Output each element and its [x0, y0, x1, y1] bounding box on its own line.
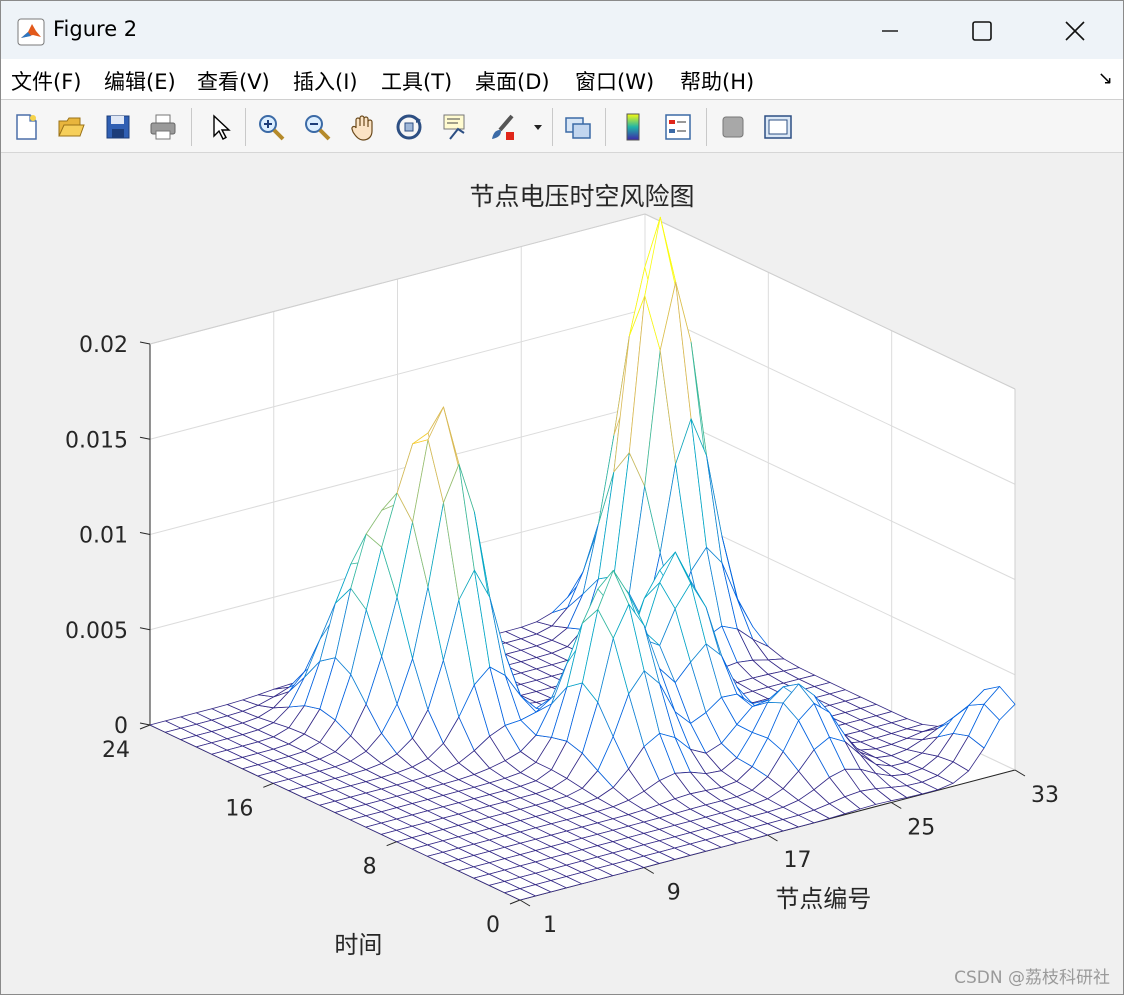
show-plot-tools-button[interactable] — [761, 110, 795, 144]
menu-window[interactable]: 窗口(W) — [575, 66, 654, 96]
y-tick — [139, 724, 151, 730]
z-tick — [139, 722, 151, 726]
z-tick-label: 0.005 — [65, 619, 128, 644]
y-tick-label: 0 — [486, 913, 500, 938]
x-tick-label: 17 — [784, 848, 812, 873]
y-tick — [509, 899, 521, 905]
open-file-icon — [58, 117, 85, 137]
minimize-icon — [882, 30, 898, 32]
y-tick — [386, 841, 397, 847]
data-cursor-icon — [443, 114, 465, 140]
z-tick — [139, 341, 151, 345]
chevron-down-icon — [534, 125, 542, 130]
colorbar-icon — [626, 113, 640, 141]
data-cursor-button[interactable] — [438, 110, 472, 144]
z-tick — [139, 532, 151, 535]
open-file-button[interactable] — [54, 110, 88, 144]
menu-edit[interactable]: 编辑(E) — [104, 66, 176, 96]
y-tick — [263, 782, 274, 788]
y-axis-label: 时间 — [334, 931, 382, 959]
y-tick-label: 16 — [225, 796, 253, 821]
new-figure-icon — [16, 114, 37, 140]
link-plot-icon — [565, 117, 591, 139]
x-tick — [767, 834, 778, 842]
x-tick-label: 9 — [667, 881, 681, 906]
pointer-button[interactable] — [203, 110, 237, 144]
surface-plot[interactable]: 0 0.005 0.01 0.015 0.02 0 8 16 24 1 9 17 25 33 节点编号时间 节… — [0, 152, 1122, 993]
maximize-button[interactable] — [959, 9, 1005, 53]
z-tick — [139, 436, 151, 440]
y-tick-label: 8 — [363, 855, 377, 880]
brush-button[interactable] — [486, 110, 520, 144]
legend-button[interactable] — [661, 110, 695, 144]
menu-help[interactable]: 帮助(H) — [680, 66, 754, 96]
minimize-button[interactable] — [867, 9, 913, 53]
x-axis-label: 节点编号 — [775, 885, 871, 913]
toolbar — [1, 100, 1123, 153]
close-icon — [1065, 21, 1085, 41]
zoom-in-button[interactable] — [254, 110, 288, 144]
z-tick-label: 0.015 — [65, 428, 128, 453]
watermark-text: CSDN @荔枝科研社 — [954, 968, 1110, 988]
y-tick-label: 24 — [102, 738, 130, 763]
zoom-out-icon — [305, 115, 331, 141]
z-tick-label: 0.01 — [79, 524, 128, 549]
pan-icon — [351, 115, 373, 141]
hide-plot-tools-icon — [722, 116, 744, 138]
save-button[interactable] — [101, 110, 135, 144]
brush-dropdown[interactable] — [528, 110, 548, 144]
z-tick-label: 0 — [114, 714, 128, 739]
matlab-icon — [17, 18, 45, 46]
menu-tools[interactable]: 工具(T) — [381, 66, 452, 96]
zoom-out-button[interactable] — [300, 110, 334, 144]
link-plot-button[interactable] — [561, 110, 595, 144]
menu-bar: 文件(F) 编辑(E) 查看(V) 插入(I) 工具(T) 桌面(D) 窗口(W… — [1, 59, 1123, 100]
dock-arrow-icon[interactable]: ↘ — [1098, 68, 1113, 89]
close-button[interactable] — [1052, 9, 1098, 53]
pan-button[interactable] — [346, 110, 380, 144]
colorbar-button[interactable] — [616, 110, 650, 144]
save-icon — [106, 115, 130, 139]
menu-view[interactable]: 查看(V) — [197, 66, 270, 96]
x-tick — [1014, 769, 1026, 777]
chart-title: 节点电压时空风险图 — [469, 182, 694, 211]
print-button[interactable] — [146, 110, 180, 144]
menu-insert[interactable]: 插入(I) — [293, 66, 358, 96]
brush-icon — [492, 114, 514, 140]
x-tick — [519, 899, 531, 907]
legend-icon — [665, 114, 691, 140]
rotate-3d-button[interactable] — [392, 110, 426, 144]
show-plot-tools-icon — [764, 115, 792, 139]
title-bar: Figure 2 — [1, 1, 1123, 59]
window-title: Figure 2 — [53, 17, 138, 41]
x-tick — [890, 802, 902, 809]
x-tick — [643, 867, 655, 874]
new-figure-button[interactable] — [9, 110, 43, 144]
x-tick-label: 25 — [907, 816, 935, 841]
x-tick-label: 33 — [1031, 783, 1059, 808]
z-tick-label: 0.02 — [79, 333, 128, 358]
hide-plot-tools-button[interactable] — [716, 110, 750, 144]
z-tick — [139, 627, 151, 631]
zoom-in-icon — [259, 115, 285, 141]
menu-desktop[interactable]: 桌面(D) — [475, 66, 550, 96]
pointer-icon — [213, 114, 231, 140]
x-tick-label: 1 — [543, 913, 557, 938]
rotate-3d-icon — [396, 114, 422, 140]
menu-file[interactable]: 文件(F) — [11, 66, 81, 96]
print-icon — [150, 114, 176, 140]
maximize-icon — [972, 21, 992, 41]
